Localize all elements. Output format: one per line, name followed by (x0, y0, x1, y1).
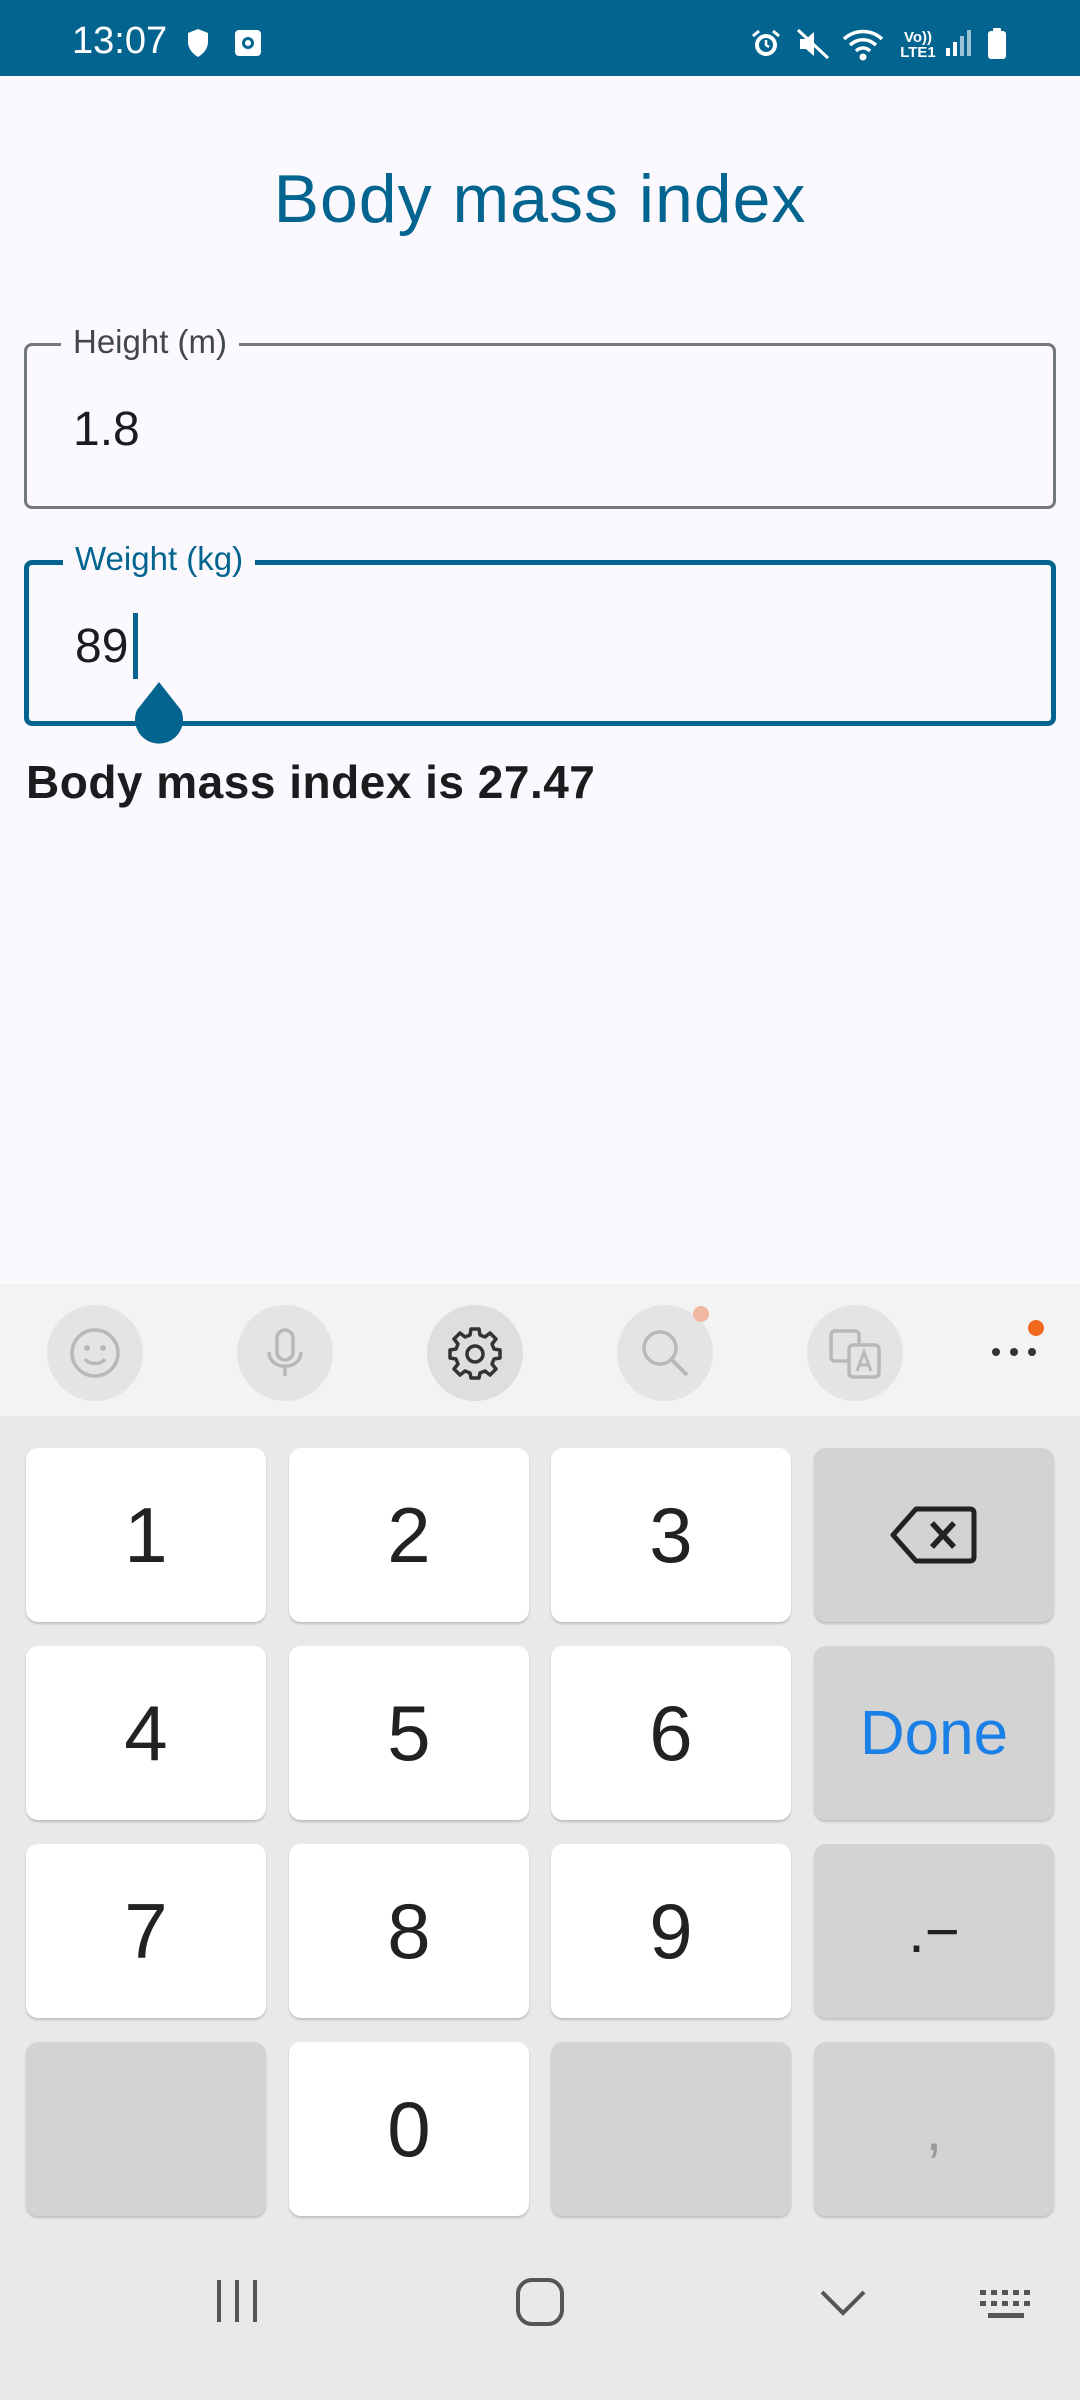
symbols-key[interactable]: .− (814, 1844, 1054, 2018)
keyboard-switch-icon[interactable] (978, 2288, 1038, 2329)
wifi-icon (842, 28, 884, 62)
navigation-bar (0, 2230, 1080, 2400)
alarm-icon (750, 28, 782, 60)
numeric-keyboard: 1 2 3 4 5 6 Done 7 8 9 .− 0 , (0, 1416, 1080, 2230)
weight-field[interactable]: Weight (kg) 89 (24, 539, 1056, 744)
key-7[interactable]: 7 (26, 1844, 266, 2018)
height-field-label: Height (m) (61, 322, 240, 362)
blank-key-middle (551, 2042, 791, 2216)
backspace-key[interactable] (814, 1448, 1054, 1622)
weight-field-value[interactable]: 89 (75, 619, 128, 675)
signal-icon (944, 28, 972, 58)
comma-key[interactable]: , (814, 2042, 1054, 2216)
more-notification-dot (1028, 1320, 1044, 1336)
cursor-handle-icon[interactable] (127, 680, 191, 744)
key-9[interactable]: 9 (551, 1844, 791, 2018)
notification-dot (693, 1306, 709, 1322)
bmi-result: Body mass index is 27.47 (26, 756, 596, 808)
more-icon[interactable] (990, 1334, 1050, 1364)
weight-field-label: Weight (kg) (63, 539, 256, 579)
key-8[interactable]: 8 (289, 1844, 529, 2018)
key-1[interactable]: 1 (26, 1448, 266, 1622)
key-4[interactable]: 4 (26, 1646, 266, 1820)
network-type-label: Vo)) LTE1 (900, 29, 936, 61)
emoji-icon[interactable] (47, 1305, 143, 1401)
microphone-icon[interactable] (237, 1305, 333, 1401)
backspace-icon (890, 1506, 977, 1564)
home-icon[interactable] (514, 2276, 566, 2333)
translate-icon[interactable] (807, 1305, 903, 1401)
text-cursor (133, 613, 138, 679)
screenshot-icon (234, 28, 262, 58)
keyboard-toolbar (0, 1284, 1080, 1416)
settings-icon[interactable] (427, 1305, 523, 1401)
key-0[interactable]: 0 (289, 2042, 529, 2216)
status-bar: 13:07 Vo)) LTE1 (0, 0, 1080, 76)
shield-icon (186, 28, 210, 58)
height-field[interactable]: Height (m) 1.8 (24, 322, 1056, 509)
key-3[interactable]: 3 (551, 1448, 791, 1622)
key-2[interactable]: 2 (289, 1448, 529, 1622)
recents-icon[interactable] (212, 2276, 262, 2331)
mute-icon (796, 28, 830, 60)
page-title: Body mass index (273, 161, 807, 237)
back-icon[interactable] (818, 2288, 868, 2323)
done-key[interactable]: Done (814, 1646, 1054, 1820)
blank-key-left (26, 2042, 266, 2216)
battery-icon (986, 28, 1008, 60)
status-time: 13:07 (72, 20, 168, 62)
key-5[interactable]: 5 (289, 1646, 529, 1820)
key-6[interactable]: 6 (551, 1646, 791, 1820)
height-field-value[interactable]: 1.8 (73, 402, 140, 458)
